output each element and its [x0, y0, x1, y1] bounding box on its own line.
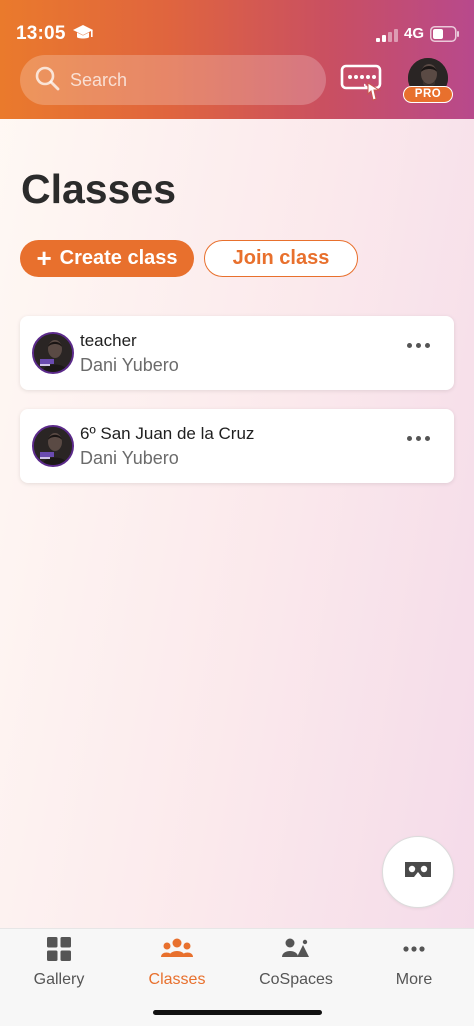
vr-mode-button[interactable] [382, 836, 454, 908]
class-owner: Dani Yubero [80, 448, 179, 468]
status-time: 13:05 [16, 23, 66, 44]
pro-badge: PRO [403, 86, 453, 103]
header-bar: 13:05 4G Search PRO [0, 0, 474, 119]
app-screen: 13:05 4G Search PRO Classes + Create cla… [0, 0, 474, 1026]
class-card[interactable]: 6º San Juan de la Cruz Dani Yubero [20, 409, 454, 483]
class-name: teacher [80, 331, 137, 350]
more-options-icon[interactable] [407, 343, 430, 348]
class-name: 6º San Juan de la Cruz [80, 424, 255, 443]
search-input[interactable]: Search [20, 55, 326, 105]
tab-label: Classes [148, 971, 206, 988]
signal-icon [376, 28, 398, 47]
class-owner: Dani Yubero [80, 355, 179, 375]
create-class-label: Create class [59, 247, 178, 269]
create-class-button[interactable]: + Create class [20, 240, 194, 277]
more-options-icon[interactable] [407, 436, 430, 441]
page-title: Classes [21, 166, 177, 212]
more-dots-icon [402, 937, 426, 966]
plus-icon: + [36, 242, 52, 273]
grid-icon [47, 937, 71, 966]
network-type: 4G [404, 25, 425, 42]
tab-label: More [395, 971, 433, 988]
battery-icon [430, 26, 460, 47]
enter-code-icon[interactable] [340, 64, 386, 107]
people-icon [160, 937, 194, 966]
class-avatar [32, 425, 74, 467]
tab-more[interactable]: More [355, 929, 473, 999]
search-icon [34, 65, 60, 96]
vr-headset-icon [403, 860, 433, 885]
graduation-cap-icon [72, 24, 94, 47]
class-card[interactable]: teacher Dani Yubero [20, 316, 454, 390]
tab-label: CoSpaces [259, 971, 333, 988]
home-indicator [153, 1010, 322, 1015]
tab-classes[interactable]: Classes [118, 929, 236, 999]
tab-cospaces[interactable]: CoSpaces [237, 929, 355, 999]
tab-gallery[interactable]: Gallery [0, 929, 118, 999]
cospaces-icon [281, 937, 311, 966]
tab-label: Gallery [33, 971, 85, 988]
join-class-button[interactable]: Join class [204, 240, 358, 277]
join-class-label: Join class [232, 247, 330, 269]
class-avatar [32, 332, 74, 374]
search-placeholder: Search [70, 69, 128, 90]
